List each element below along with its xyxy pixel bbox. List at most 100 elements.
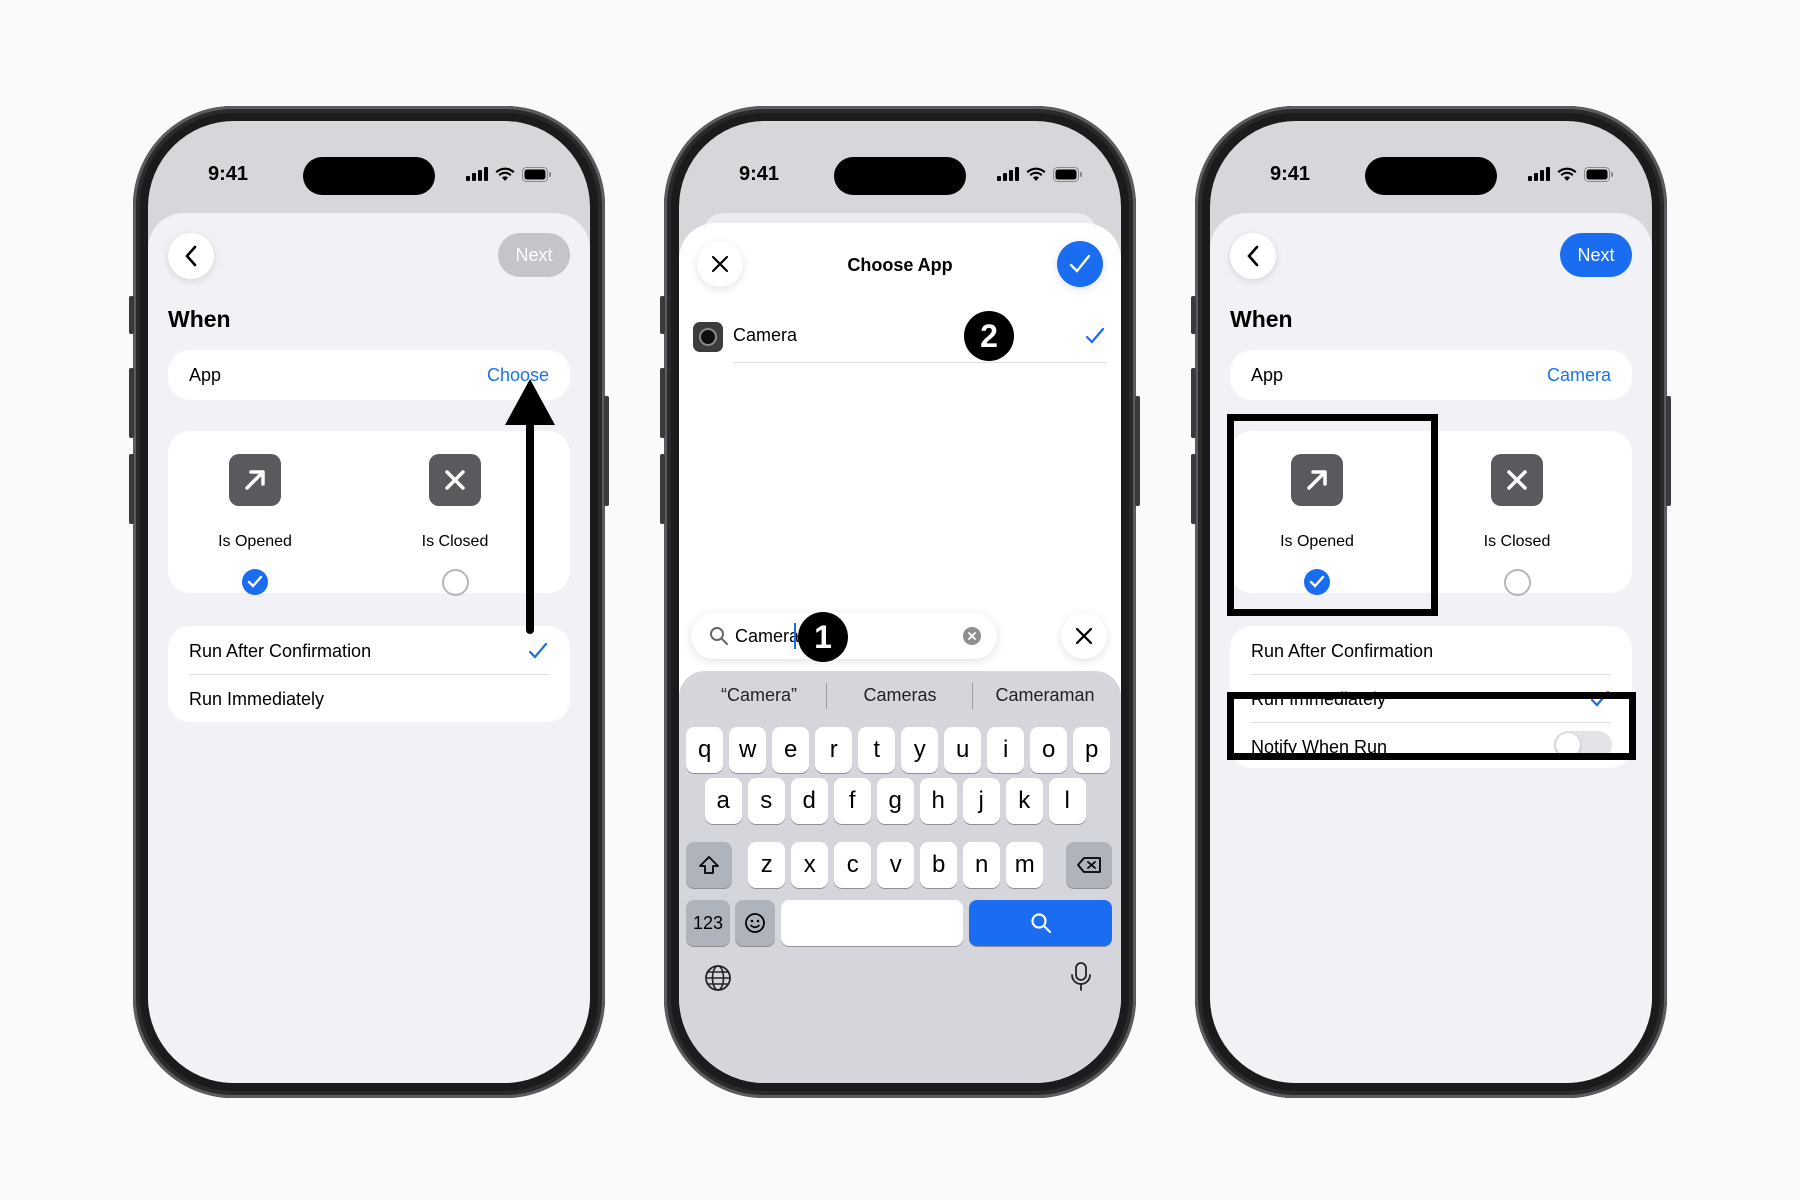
delete-key[interactable] <box>1066 842 1112 888</box>
key-k[interactable]: k <box>1005 778 1043 824</box>
run-immediately-label[interactable]: Run Immediately <box>189 689 324 710</box>
chevron-left-icon <box>185 245 197 267</box>
app-row-label: Camera <box>733 325 798 345</box>
dynamic-island <box>834 157 966 195</box>
key-q[interactable]: q <box>686 727 724 773</box>
key-u[interactable]: u <box>944 727 982 773</box>
cancel-search-button[interactable] <box>1061 613 1107 659</box>
choose-app-sheet: Choose App Camera 2 Camera 1 “Camera” Ca… <box>679 223 1121 1083</box>
closed-radio[interactable] <box>1503 569 1531 596</box>
numbers-key[interactable]: 123 <box>686 900 730 946</box>
key-x[interactable]: x <box>791 842 829 888</box>
app-row[interactable]: App Camera <box>1230 350 1632 400</box>
key-b[interactable]: b <box>920 842 958 888</box>
app-row-camera[interactable]: Camera <box>693 311 1107 363</box>
key-p[interactable]: p <box>1073 727 1111 773</box>
emoji-key[interactable] <box>735 900 775 946</box>
key-l[interactable]: l <box>1048 778 1086 824</box>
key-f[interactable]: f <box>833 778 871 824</box>
search-key[interactable] <box>969 900 1112 946</box>
option-is-opened[interactable]: Is Opened <box>155 454 355 595</box>
run-after-confirmation-label[interactable]: Run After Confirmation <box>189 641 371 662</box>
selected-app-value[interactable]: Camera <box>1547 365 1611 386</box>
backspace-icon <box>1077 857 1101 873</box>
suggestion-1[interactable]: “Camera” <box>694 685 824 706</box>
key-g[interactable]: g <box>876 778 914 824</box>
checkmark-icon <box>247 575 263 588</box>
key-j[interactable]: j <box>962 778 1000 824</box>
status-icons <box>997 165 1083 183</box>
dynamic-island <box>303 157 435 195</box>
status-icons <box>466 165 552 183</box>
clear-icon <box>968 632 976 640</box>
divider <box>189 674 549 675</box>
key-c[interactable]: c <box>834 842 872 888</box>
closed-radio[interactable] <box>441 569 469 596</box>
highlight-run-immediately <box>1227 692 1636 760</box>
sheet-title: Choose App <box>847 255 953 275</box>
volume-up-button <box>660 368 665 438</box>
back-button[interactable] <box>168 233 214 279</box>
back-button[interactable] <box>1230 233 1276 279</box>
key-i[interactable]: i <box>987 727 1025 773</box>
key-o[interactable]: o <box>1030 727 1068 773</box>
key-v[interactable]: v <box>877 842 915 888</box>
chevron-left-icon <box>1247 245 1259 267</box>
key-n[interactable]: n <box>963 842 1001 888</box>
checkmark-icon <box>1085 327 1105 344</box>
arrow-up-right-icon <box>229 454 281 506</box>
keyboard: “Camera” Cameras Cameraman qwertyuiop as… <box>679 671 1121 1083</box>
volume-down-button <box>129 454 134 524</box>
suggestion-2[interactable]: Cameras <box>835 685 965 706</box>
status-time: 9:41 <box>1270 163 1311 185</box>
suggestion-3[interactable]: Cameraman <box>980 685 1110 706</box>
closed-label: Is Closed <box>1483 533 1551 550</box>
step-badge-2: 2 <box>964 311 1014 361</box>
volume-down-button <box>660 454 665 524</box>
cellular-icon <box>997 167 1019 181</box>
key-w[interactable]: w <box>729 727 767 773</box>
key-h[interactable]: h <box>919 778 957 824</box>
search-icon <box>710 627 728 645</box>
emoji-icon <box>745 913 765 933</box>
key-z[interactable]: z <box>748 842 786 888</box>
search-input[interactable]: Camera <box>735 626 799 647</box>
key-a[interactable]: a <box>704 778 742 824</box>
camera-app-icon <box>693 322 723 352</box>
volume-up-button <box>129 368 134 438</box>
run-after-confirmation-label[interactable]: Run After Confirmation <box>1251 641 1433 662</box>
side-button <box>604 396 609 506</box>
key-m[interactable]: m <box>1006 842 1044 888</box>
key-s[interactable]: s <box>747 778 785 824</box>
divider <box>972 683 973 709</box>
option-is-closed[interactable]: Is Closed <box>1417 454 1617 596</box>
divider <box>826 683 827 709</box>
key-e[interactable]: e <box>772 727 810 773</box>
status-time: 9:41 <box>739 163 780 185</box>
key-t[interactable]: t <box>858 727 896 773</box>
shift-icon <box>699 856 719 874</box>
clear-text-button[interactable] <box>963 627 981 645</box>
opened-radio-checked[interactable] <box>242 569 268 595</box>
globe-icon[interactable] <box>703 963 733 993</box>
battery-icon <box>1053 166 1082 182</box>
wifi-icon <box>495 167 515 181</box>
section-title: When <box>168 306 231 332</box>
app-label: App <box>1251 365 1284 385</box>
space-key[interactable] <box>781 900 963 946</box>
section-title: When <box>1230 306 1293 332</box>
microphone-icon[interactable] <box>1069 961 1093 993</box>
key-d[interactable]: d <box>790 778 828 824</box>
battery-icon <box>1584 166 1613 182</box>
next-button[interactable]: Next <box>498 233 570 277</box>
status-time: 9:41 <box>208 163 249 185</box>
key-y[interactable]: y <box>901 727 939 773</box>
done-button[interactable] <box>1057 241 1103 287</box>
close-icon <box>1075 627 1093 645</box>
text-cursor <box>794 623 796 649</box>
next-button[interactable]: Next <box>1560 233 1632 277</box>
action-button <box>1191 296 1196 334</box>
key-r[interactable]: r <box>815 727 853 773</box>
side-button <box>1135 396 1140 506</box>
shift-key[interactable] <box>686 842 732 888</box>
